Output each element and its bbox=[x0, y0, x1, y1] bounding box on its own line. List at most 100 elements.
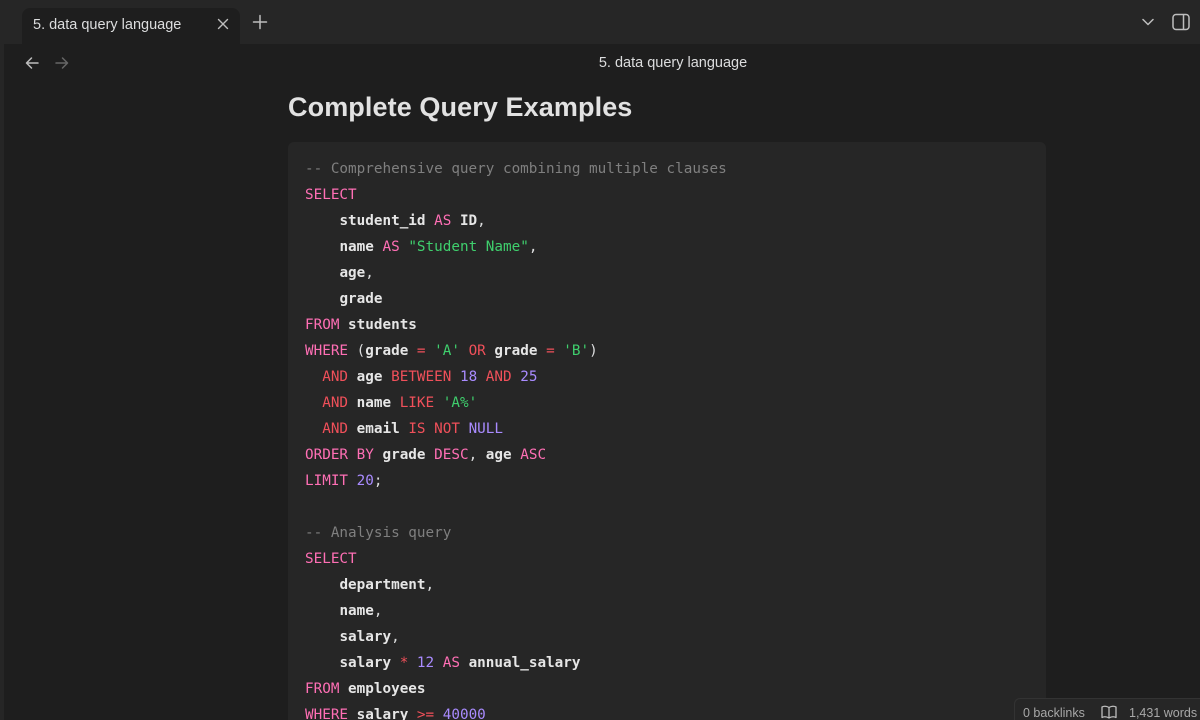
code-token-ident: students bbox=[348, 317, 417, 333]
code-line: name AS "Student Name", bbox=[305, 234, 727, 260]
code-token-ident: employees bbox=[348, 681, 426, 697]
code-line: student_id AS ID, bbox=[305, 208, 727, 234]
code-token-ident: name bbox=[356, 395, 392, 411]
code-token-string: 'A' bbox=[434, 343, 460, 359]
code-line: name, bbox=[305, 598, 727, 624]
code-token-plain: , bbox=[477, 213, 486, 229]
code-token-number: NULL bbox=[468, 421, 504, 437]
code-token-keyword: FROM bbox=[305, 681, 340, 697]
code-token-op: = bbox=[546, 343, 555, 359]
tab-data-query-language[interactable]: 5. data query language bbox=[22, 8, 240, 44]
note-heading: Complete Query Examples bbox=[288, 92, 633, 122]
code-token-op: NOT bbox=[434, 421, 460, 437]
code-line: age, bbox=[305, 260, 727, 286]
code-token-plain: , bbox=[365, 265, 374, 281]
view-header-title[interactable]: 5. data query language bbox=[0, 55, 1200, 71]
code-token-ident: grade bbox=[365, 343, 409, 359]
code-line: AND age BETWEEN 18 AND 25 bbox=[305, 364, 727, 390]
code-token-op: IS bbox=[408, 421, 426, 437]
code-line: ORDER BY grade DESC, age ASC bbox=[305, 442, 727, 468]
code-token-ident: ID bbox=[459, 213, 478, 229]
close-icon[interactable] bbox=[215, 16, 231, 32]
code-token-ident: grade bbox=[494, 343, 538, 359]
code-token-ident: student_id bbox=[339, 213, 426, 229]
tab-bar: 5. data query language bbox=[0, 0, 1200, 44]
code-token-keyword: LIMIT bbox=[305, 473, 349, 489]
code-token-number: 40000 bbox=[442, 707, 486, 720]
obsidian-window: 5. data query language 5. data query lan… bbox=[0, 0, 1200, 720]
code-token-plain: , bbox=[528, 239, 538, 255]
code-token-plain: ; bbox=[373, 473, 383, 489]
code-token-keyword: ORDER BY bbox=[305, 447, 374, 463]
code-token-string: "Student Name" bbox=[408, 239, 529, 255]
code-token-number: 12 bbox=[416, 655, 435, 671]
code-token-plain: , bbox=[373, 603, 383, 619]
code-token-ident: age bbox=[339, 265, 366, 281]
code-token-op: OR bbox=[468, 343, 486, 359]
code-line: grade bbox=[305, 286, 727, 312]
code-token-ident: grade bbox=[339, 291, 383, 307]
code-token-ident: grade bbox=[382, 447, 426, 463]
code-line: -- Comprehensive query combining multipl… bbox=[305, 156, 727, 182]
code-token-op: AND bbox=[322, 369, 349, 385]
code-token-keyword: ASC bbox=[520, 447, 547, 463]
code-token-plain: ( bbox=[348, 343, 366, 359]
status-bar: 0 backlinks 1,431 words bbox=[1014, 698, 1200, 720]
code-line: FROM students bbox=[305, 312, 727, 338]
code-line: SELECT bbox=[305, 182, 727, 208]
code-token-keyword: AS bbox=[442, 655, 460, 671]
book-open-icon[interactable] bbox=[1101, 705, 1117, 719]
code-token-keyword: WHERE bbox=[305, 707, 349, 720]
plus-icon[interactable] bbox=[250, 12, 270, 32]
code-line: salary, bbox=[305, 624, 727, 650]
left-sidebar-edge bbox=[0, 44, 4, 720]
code-token-keyword: AS bbox=[382, 239, 400, 255]
code-token-plain: , bbox=[391, 629, 400, 645]
code-token-ident: name bbox=[339, 239, 374, 255]
code-token-op: LIKE bbox=[399, 395, 435, 411]
backlinks-count[interactable]: 0 backlinks bbox=[1023, 706, 1085, 720]
code-token-ident: department bbox=[339, 577, 426, 593]
sidebar-toggle-icon[interactable] bbox=[1170, 11, 1192, 33]
code-token-ident: email bbox=[356, 421, 400, 437]
code-content[interactable]: -- Comprehensive query combining multipl… bbox=[305, 156, 727, 720]
chevron-down-icon[interactable] bbox=[1138, 12, 1158, 32]
code-line: AND name LIKE 'A%' bbox=[305, 390, 727, 416]
code-token-keyword: WHERE bbox=[305, 343, 349, 359]
code-token-ident: salary bbox=[339, 655, 392, 671]
code-token-number: 18 bbox=[459, 369, 478, 385]
